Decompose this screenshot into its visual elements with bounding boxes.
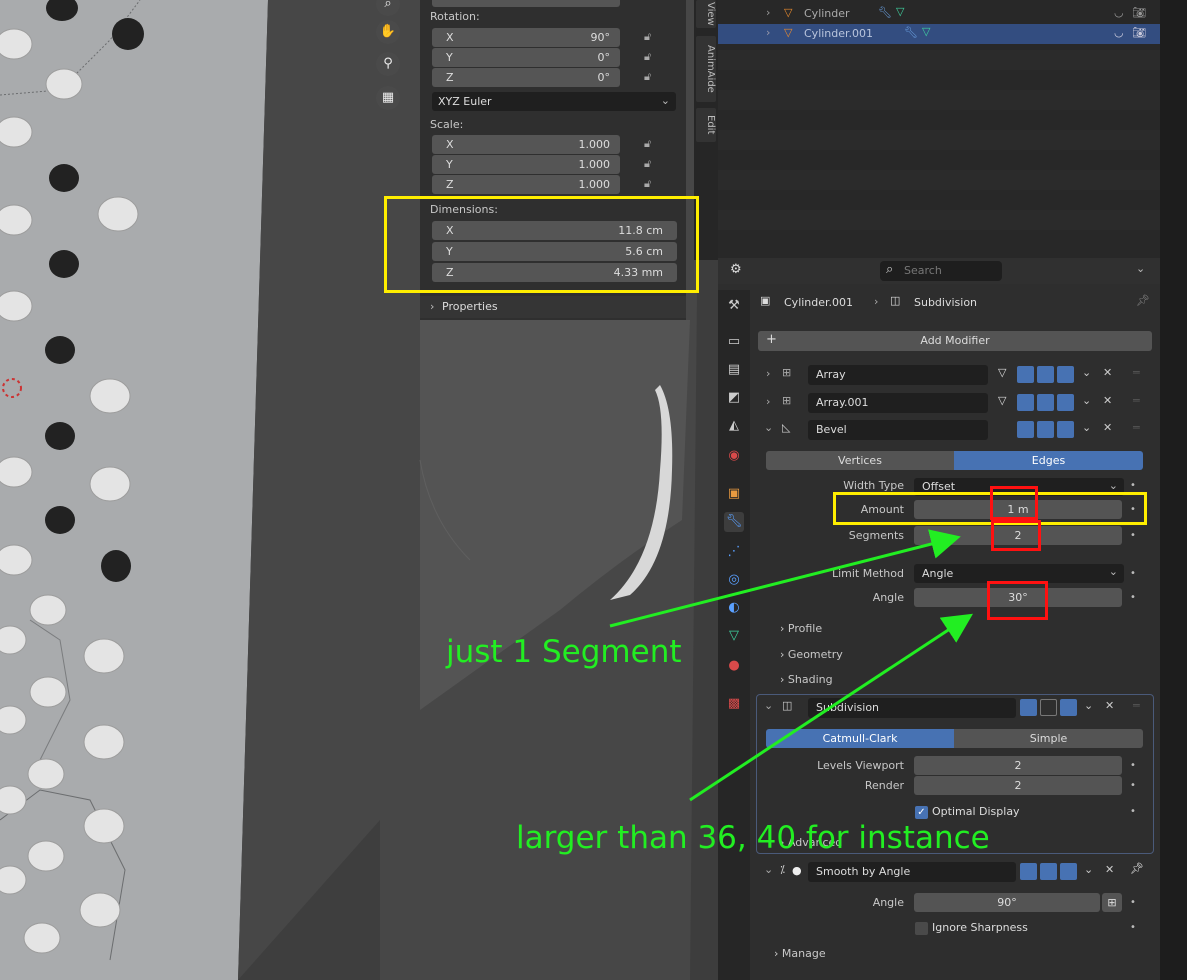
annotation-segment-note: just 1 Segment (446, 634, 682, 670)
arrow-to-segments (609, 529, 961, 628)
arrow-to-angle (689, 613, 974, 802)
annotation-angle-note: larger than 36, 40 for instance (516, 820, 990, 856)
